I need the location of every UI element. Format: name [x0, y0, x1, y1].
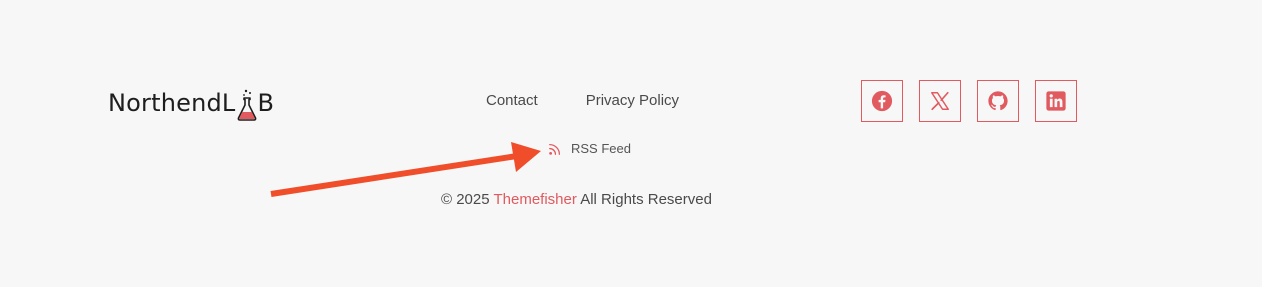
logo-text-end: B: [257, 89, 275, 117]
rss-feed-link[interactable]: RSS Feed: [548, 141, 631, 156]
logo-wordmark: NorthendL B: [108, 88, 274, 122]
logo-text-start: NorthendL: [108, 89, 236, 117]
logo[interactable]: NorthendL B: [108, 82, 274, 122]
x-icon: [931, 91, 949, 111]
facebook-icon: [871, 90, 893, 112]
nav-link-contact[interactable]: Contact: [486, 92, 538, 109]
rss-feed-label: RSS Feed: [571, 141, 631, 156]
nav-link-privacy-policy[interactable]: Privacy Policy: [586, 92, 679, 109]
linkedin-button[interactable]: [1035, 80, 1077, 122]
flask-icon: [237, 89, 256, 121]
x-button[interactable]: [919, 80, 961, 122]
rss-icon: [549, 143, 561, 155]
github-button[interactable]: [977, 80, 1019, 122]
social-links: [861, 80, 1077, 122]
footer-nav: Contact Privacy Policy: [486, 92, 679, 109]
github-icon: [988, 91, 1008, 111]
linkedin-icon: [1046, 91, 1066, 111]
annotation-arrow: [270, 142, 541, 197]
copyright-suffix: All Rights Reserved: [580, 191, 712, 208]
site-footer: NorthendL B Contact Privacy Policy RSS F…: [0, 0, 1262, 287]
facebook-button[interactable]: [861, 80, 903, 122]
